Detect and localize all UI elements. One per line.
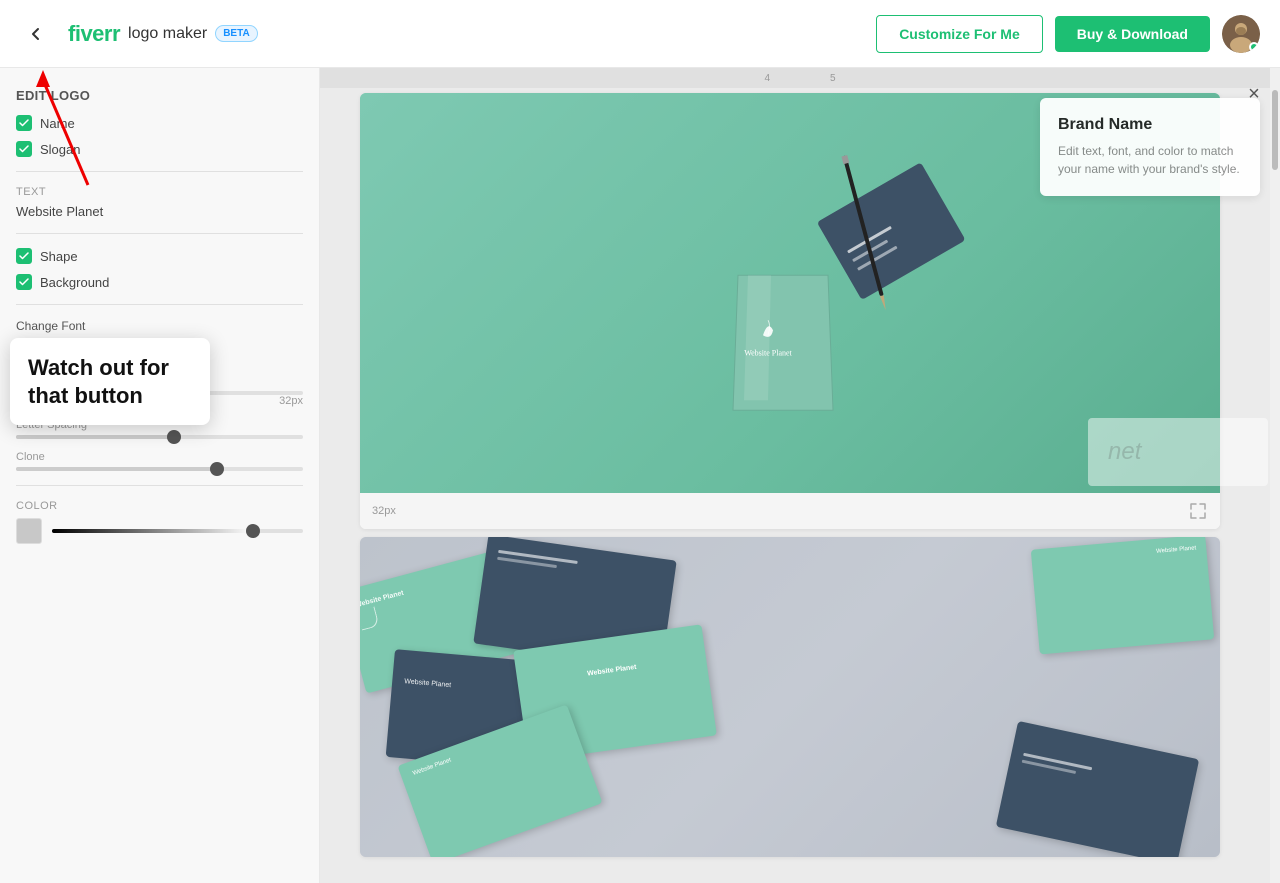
background-label: Background (40, 275, 109, 290)
edit-logo-title: Edit Logo (16, 88, 303, 103)
partial-text: net (1108, 438, 1248, 466)
app-header: fiverr logo maker BETA Customize For Me … (0, 0, 1280, 68)
clone-label: Clone (16, 451, 303, 463)
customize-button[interactable]: Customize For Me (876, 15, 1043, 53)
shape-checkbox[interactable] (16, 248, 32, 264)
business-cards-image: Website Planet (360, 537, 1220, 857)
scrollbar-thumb[interactable] (1272, 90, 1278, 170)
scrollbar[interactable] (1270, 68, 1280, 883)
color-swatch[interactable] (16, 518, 42, 544)
slogan-checkbox-row: Slogan (16, 141, 303, 157)
divider-2 (16, 233, 303, 234)
clone-track[interactable] (16, 467, 303, 471)
modal-close-button[interactable]: × (1240, 80, 1268, 108)
brand-name-panel: Brand Name Edit text, font, and color to… (1040, 98, 1260, 196)
svg-text:Website Planet: Website Planet (744, 348, 792, 357)
color-slider-track[interactable] (52, 529, 303, 533)
sidebar: Edit Logo Name Slogan TEXT Website Plane… (0, 68, 320, 883)
text-section-label: TEXT (16, 186, 303, 198)
logo-area: fiverr logo maker BETA (68, 21, 258, 47)
name-checkbox-row: Name (16, 115, 303, 131)
background-checkbox[interactable] (16, 274, 32, 290)
main-layout: Edit Logo Name Slogan TEXT Website Plane… (0, 68, 1280, 883)
expand-icon[interactable] (1188, 501, 1208, 521)
content-area: 4 5 × Brand Name Edit text, font, and co… (320, 68, 1280, 883)
buy-download-button[interactable]: Buy & Download (1055, 16, 1210, 52)
tooltip-text: Watch out for that button (28, 354, 192, 409)
divider-1 (16, 171, 303, 172)
online-indicator (1249, 42, 1259, 52)
name-label: Name (40, 116, 75, 131)
divider-3 (16, 304, 303, 305)
slogan-label: Slogan (40, 142, 80, 157)
page-num-4: 4 (764, 73, 770, 84)
product-name: logo maker (128, 25, 207, 43)
mockup-card-2: Website Planet (360, 537, 1220, 857)
clone-slider-container: Clone (16, 451, 303, 471)
beta-badge: BETA (215, 25, 257, 42)
name-checkbox[interactable] (16, 115, 32, 131)
back-button[interactable] (20, 18, 52, 50)
text-field-value: Website Planet (16, 204, 303, 219)
tooltip-box: Watch out for that button (10, 338, 210, 425)
letter-spacing-track[interactable] (16, 435, 303, 439)
color-label: COLOR (16, 500, 303, 512)
header-right: Customize For Me Buy & Download (876, 15, 1260, 53)
slogan-checkbox[interactable] (16, 141, 32, 157)
page-indicators: 4 5 (320, 68, 1280, 88)
user-avatar[interactable] (1222, 15, 1260, 53)
card-1-footer: 32px (360, 493, 1220, 529)
change-font-button[interactable]: Change Font (16, 319, 85, 333)
shape-checkbox-row: Shape (16, 248, 303, 264)
shape-label: Shape (40, 249, 78, 264)
bcard-3: Website Planet (1031, 537, 1214, 654)
divider-4 (16, 485, 303, 486)
page-num-5: 5 (830, 73, 836, 84)
brand-panel-description: Edit text, font, and color to match your… (1058, 142, 1242, 178)
fiverr-wordmark: fiverr (68, 21, 120, 47)
header-left: fiverr logo maker BETA (20, 18, 258, 50)
cup-svg: Website Planet (713, 225, 853, 420)
right-overlay-panel: net (1088, 418, 1268, 486)
background-checkbox-row: Background (16, 274, 303, 290)
brand-panel-title: Brand Name (1058, 116, 1242, 134)
card-1-size: 32px (372, 505, 396, 517)
